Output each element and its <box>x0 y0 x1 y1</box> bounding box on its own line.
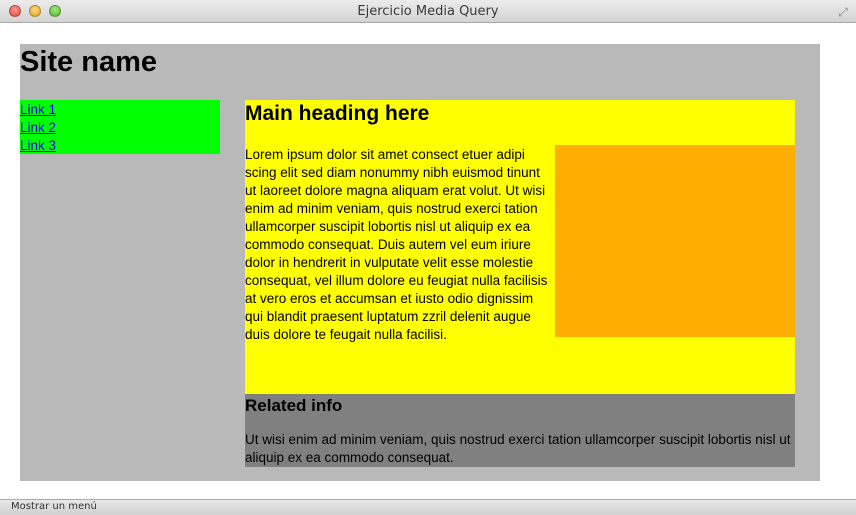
window-titlebar: Ejercicio Media Query ⤢ <box>0 0 856 23</box>
orange-box <box>555 145 795 337</box>
site-name: Site name <box>20 46 157 78</box>
nav-menu: Link 1 Link 2 Link 3 <box>20 100 220 154</box>
main-heading: Main heading here <box>245 102 430 125</box>
related-heading: Related info <box>245 396 343 415</box>
browser-content: Site name Link 1 Link 2 Link 3 Main head… <box>0 24 856 499</box>
related-info: Related info Ut wisi enim ad minim venia… <box>245 394 795 467</box>
status-bar: Mostrar un menú <box>0 499 856 515</box>
related-paragraph: Ut wisi enim ad minim veniam, quis nostr… <box>245 432 791 465</box>
main-content: Main heading here Lorem ipsum dolor sit … <box>245 100 795 394</box>
page-container: Site name Link 1 Link 2 Link 3 Main head… <box>20 44 820 481</box>
nav-link-3[interactable]: Link 3 <box>20 137 220 155</box>
main-paragraph: Lorem ipsum dolor sit amet consect etuer… <box>245 147 548 342</box>
status-text[interactable]: Mostrar un menú <box>11 501 97 512</box>
fullscreen-icon[interactable]: ⤢ <box>836 5 850 19</box>
nav-link-2[interactable]: Link 2 <box>20 119 220 137</box>
window-title: Ejercicio Media Query <box>357 4 499 19</box>
nav-link-1[interactable]: Link 1 <box>20 101 220 119</box>
